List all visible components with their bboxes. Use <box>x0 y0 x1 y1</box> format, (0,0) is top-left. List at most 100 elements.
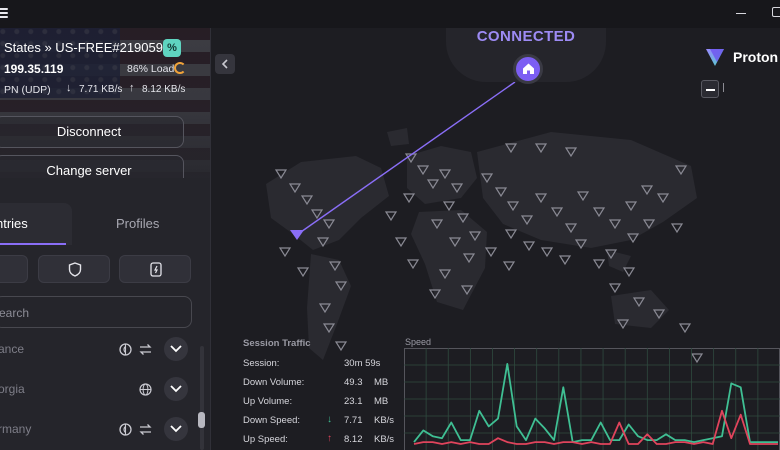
country-row[interactable]: orgia <box>0 370 200 410</box>
country-name: orgia <box>0 382 25 396</box>
upload-rate: 8.12 KB/s <box>142 84 186 95</box>
country-name: ance <box>0 342 25 356</box>
expand-button[interactable] <box>164 417 188 441</box>
filter-streaming-button[interactable] <box>119 255 191 283</box>
tor-icon <box>119 423 132 436</box>
traffic-label: Up Speed: <box>243 434 288 445</box>
traffic-value: 49.3 <box>344 377 363 388</box>
tab-profiles[interactable]: Profiles <box>116 216 159 231</box>
landmass <box>607 250 631 272</box>
landmass <box>411 210 487 310</box>
chevron-down-icon <box>170 385 182 393</box>
filter-secure-core-button[interactable] <box>38 255 110 283</box>
expand-button[interactable] <box>164 377 188 401</box>
connection-status: CONNECTED <box>476 28 576 45</box>
collapse-sidebar-button[interactable] <box>215 54 235 74</box>
server-pin[interactable] <box>394 237 408 248</box>
server-name: States » US-FREE#219059 <box>4 40 163 55</box>
disconnect-button[interactable]: Disconnect <box>0 116 184 148</box>
zoom-out-button[interactable] <box>701 80 719 98</box>
up-speed-arrow-icon: ↑ <box>327 433 332 444</box>
traffic-unit: KB/s <box>374 434 395 445</box>
server-pin[interactable] <box>540 247 554 258</box>
landmass <box>387 128 409 146</box>
server-pin[interactable] <box>406 259 420 270</box>
search-placeholder: earch <box>0 306 30 320</box>
filter-all-button[interactable] <box>0 255 28 283</box>
server-pin[interactable] <box>558 255 572 266</box>
traffic-value: 30m 59s <box>344 358 381 369</box>
shield-icon <box>68 262 82 277</box>
server-load: 86% Load <box>127 63 175 75</box>
ip-address: 199.35.119 <box>4 62 64 76</box>
traffic-label: Down Volume: <box>243 377 305 388</box>
speed-chart <box>404 348 780 450</box>
country-row[interactable]: rmany <box>0 410 200 450</box>
country-name: rmany <box>0 422 32 436</box>
upload-arrow-icon: ↑ <box>129 82 135 94</box>
server-pin[interactable] <box>484 247 498 258</box>
server-pin[interactable] <box>442 201 456 212</box>
tor-icon <box>119 343 132 356</box>
traffic-label: Up Volume: <box>243 396 293 407</box>
server-pin[interactable] <box>592 259 606 270</box>
chevron-down-icon <box>170 345 182 353</box>
landmass <box>407 146 477 204</box>
search-input[interactable]: earch <box>0 296 192 328</box>
device-icon <box>150 262 162 277</box>
server-pin[interactable] <box>522 241 536 252</box>
left-panel: States » US-FREE#219059 % 199.35.119 86%… <box>0 28 211 450</box>
p2p-icon <box>139 424 152 435</box>
active-tab-indicator <box>0 243 66 245</box>
connection-header: States » US-FREE#219059 % 199.35.119 86%… <box>0 28 210 178</box>
server-pin[interactable] <box>384 211 398 222</box>
server-pin[interactable] <box>334 341 348 352</box>
server-pin[interactable] <box>622 267 636 278</box>
title-bar <box>0 0 780 28</box>
server-pin[interactable] <box>278 247 292 258</box>
session-traffic-title: Session Traffic <box>243 338 311 349</box>
speed-chart-label: Speed <box>405 337 432 347</box>
traffic-unit: MB <box>374 377 389 388</box>
server-pin[interactable] <box>504 229 518 240</box>
tab-bar: ntries Profiles <box>0 203 210 245</box>
proton-logo-icon <box>706 49 724 66</box>
traffic-value: 7.71 <box>344 415 363 426</box>
expand-button[interactable] <box>164 337 188 361</box>
chevron-left-icon <box>221 59 228 69</box>
tab-countries[interactable]: ntries <box>0 216 28 231</box>
free-tag-icon[interactable]: % <box>163 39 181 57</box>
change-server-button[interactable]: Change server <box>0 155 184 178</box>
vpn-app-window: States » US-FREE#219059 % 199.35.119 86%… <box>0 0 780 450</box>
hamburger-icon[interactable] <box>0 6 10 20</box>
chevron-down-icon <box>170 425 182 433</box>
traffic-value: 23.1 <box>344 396 363 407</box>
server-pin[interactable] <box>502 261 516 272</box>
protocol-label: PN (UDP) <box>4 84 51 96</box>
server-pin[interactable] <box>296 267 310 278</box>
home-icon <box>523 63 534 74</box>
home-button[interactable] <box>513 54 543 84</box>
download-rate: 7.71 KB/s <box>79 84 123 95</box>
server-pin[interactable] <box>402 193 416 204</box>
server-pin[interactable] <box>608 283 622 294</box>
download-speed-line <box>413 362 778 443</box>
server-pin[interactable] <box>670 223 684 234</box>
traffic-value: 8.12 <box>344 434 363 445</box>
traffic-unit: MB <box>374 396 389 407</box>
traffic-label: Down Speed: <box>243 415 301 426</box>
download-arrow-icon: ↓ <box>66 82 72 94</box>
p2p-icon <box>139 344 152 355</box>
maximize-icon[interactable] <box>772 7 780 17</box>
server-pin[interactable] <box>678 323 692 334</box>
brand-name: Proton <box>733 49 779 65</box>
scrollbar-track[interactable] <box>200 346 204 450</box>
load-ring-icon <box>174 62 186 74</box>
country-row[interactable]: ance <box>0 330 200 370</box>
traffic-label: Session: <box>243 358 280 369</box>
traffic-unit: KB/s <box>374 415 395 426</box>
world-map[interactable]: CONNECTED Proton Session Traffic Session… <box>211 28 780 450</box>
scrollbar-thumb[interactable] <box>198 412 205 428</box>
minimize-icon[interactable] <box>736 13 746 14</box>
globe-icon <box>139 383 152 396</box>
